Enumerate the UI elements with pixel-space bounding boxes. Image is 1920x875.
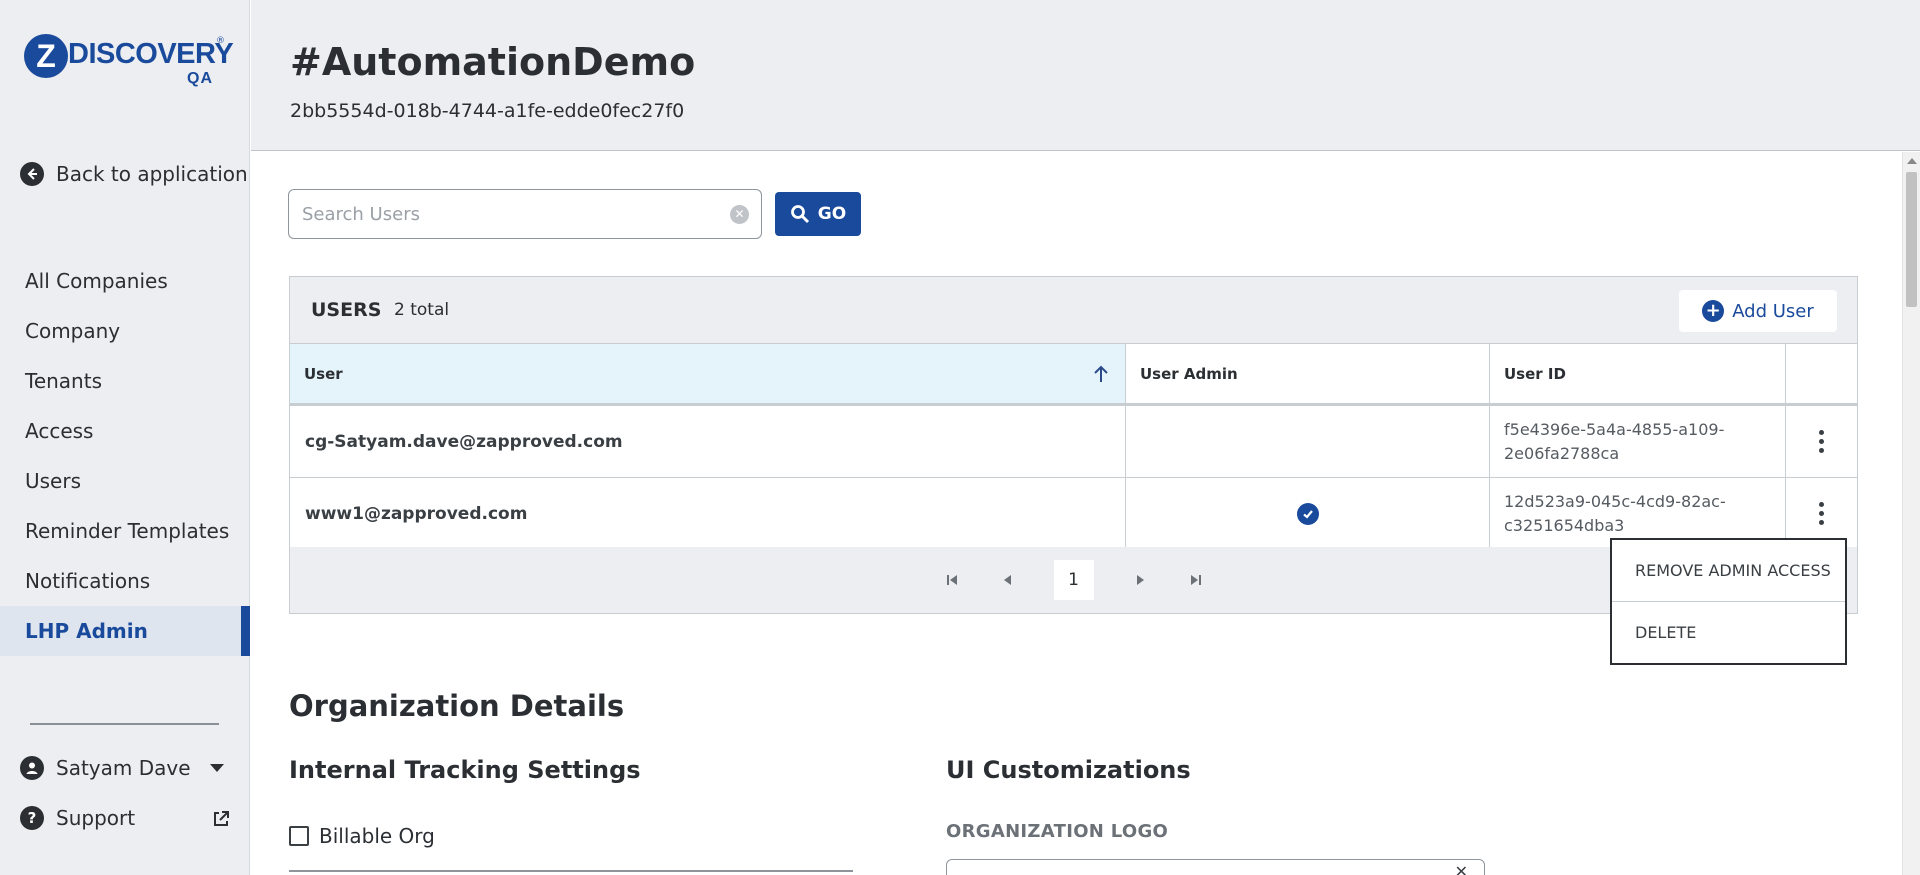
go-label: GO — [817, 204, 847, 224]
sidebar-item-reminder-templates[interactable]: Reminder Templates — [0, 506, 250, 556]
users-title: USERS — [311, 299, 382, 321]
back-to-application-link[interactable]: Back to application — [20, 162, 248, 186]
sidebar-item-company[interactable]: Company — [0, 306, 250, 356]
table-header-row: User User Admin User ID — [290, 343, 1857, 405]
organization-details-title: Organization Details — [289, 689, 625, 723]
external-link-icon — [212, 809, 230, 827]
support-label: Support — [56, 806, 136, 830]
sort-ascending-icon[interactable] — [1093, 364, 1109, 384]
sidebar-item-all-companies[interactable]: All Companies — [0, 256, 250, 306]
previous-page-icon[interactable] — [998, 570, 1018, 590]
sidebar-nav: All Companies Company Tenants Access Use… — [0, 256, 250, 656]
clear-icon[interactable]: ✕ — [730, 205, 749, 224]
scrollbar-thumb[interactable] — [1906, 172, 1917, 307]
zdiscovery-logo[interactable]: Z DISCOVERY ® QA — [24, 32, 234, 92]
user-admin-cell — [1126, 478, 1490, 549]
plus-circle-icon: + — [1702, 300, 1725, 322]
add-user-button[interactable]: + Add User — [1679, 290, 1837, 332]
sidebar: Z DISCOVERY ® QA Back to application All… — [0, 0, 250, 875]
first-page-icon[interactable] — [942, 570, 962, 590]
scroll-up-icon[interactable] — [1907, 158, 1917, 164]
remove-admin-access-menu-item[interactable]: REMOVE ADMIN ACCESS — [1612, 540, 1845, 601]
chevron-down-icon[interactable] — [210, 764, 224, 772]
add-user-label: Add User — [1732, 300, 1814, 322]
logo-registered-mark: ® — [216, 36, 225, 46]
table-row[interactable]: cg-Satyam.dave@zapproved.com f5e4396e-5a… — [290, 405, 1857, 477]
next-page-icon[interactable] — [1130, 570, 1150, 590]
go-button[interactable]: GO — [775, 192, 861, 236]
search-box: ✕ — [288, 189, 762, 239]
column-header-user-id[interactable]: User ID — [1490, 344, 1786, 403]
search-icon — [790, 205, 809, 224]
sidebar-item-users[interactable]: Users — [0, 456, 250, 506]
sidebar-item-tenants[interactable]: Tenants — [0, 356, 250, 406]
billable-org-option[interactable]: Billable Org — [289, 824, 435, 848]
column-header-user[interactable]: User — [290, 344, 1126, 403]
column-header-user-admin[interactable]: User Admin — [1126, 344, 1490, 403]
arrow-left-circle-icon — [20, 162, 44, 186]
more-vertical-icon[interactable] — [1819, 502, 1825, 525]
current-page[interactable]: 1 — [1053, 560, 1094, 600]
delete-menu-item[interactable]: DELETE — [1612, 601, 1845, 662]
sidebar-item-access[interactable]: Access — [0, 406, 250, 456]
field-divider — [289, 870, 853, 872]
organization-id: 2bb5554d-018b-4744-a1fe-edde0fec27f0 — [290, 100, 685, 122]
ui-customizations-title: UI Customizations — [946, 756, 1191, 784]
back-to-application-label: Back to application — [56, 162, 248, 186]
organization-logo-select[interactable]: ✕ — [946, 859, 1485, 875]
page-header: #AutomationDemo 2bb5554d-018b-4744-a1fe-… — [251, 0, 1920, 151]
check-circle-icon — [1296, 502, 1319, 525]
help-circle-icon: ? — [20, 806, 44, 830]
row-context-menu: REMOVE ADMIN ACCESS DELETE — [1610, 538, 1847, 665]
last-page-icon[interactable] — [1186, 570, 1206, 590]
logo-z-icon: Z — [24, 34, 68, 78]
organization-logo-label: ORGANIZATION LOGO — [946, 821, 1169, 842]
billable-org-label: Billable Org — [319, 824, 435, 848]
search-input[interactable] — [302, 190, 722, 238]
users-table: User User Admin User ID cg-Satyam.dave@z… — [290, 343, 1857, 549]
column-header-actions — [1786, 344, 1857, 403]
user-admin-cell — [1126, 406, 1490, 477]
users-count: 2 total — [394, 300, 450, 320]
vertical-scrollbar[interactable] — [1902, 152, 1920, 875]
row-actions-cell — [1786, 406, 1857, 477]
main-content: ✕ GO USERS 2 total + Add User User User … — [251, 152, 1902, 875]
user-menu[interactable]: Satyam Dave — [20, 756, 230, 780]
environment-label: QA — [187, 70, 213, 87]
user-name: Satyam Dave — [56, 756, 191, 780]
logo-text: DISCOVERY — [68, 38, 234, 70]
support-link[interactable]: ? Support — [20, 806, 230, 830]
clear-icon[interactable]: ✕ — [1455, 862, 1468, 875]
users-panel-header: USERS 2 total + Add User — [290, 277, 1857, 343]
more-vertical-icon[interactable] — [1819, 430, 1825, 453]
billable-org-checkbox[interactable] — [289, 826, 309, 846]
user-email: cg-Satyam.dave@zapproved.com — [290, 406, 1126, 477]
internal-tracking-settings-title: Internal Tracking Settings — [289, 756, 641, 784]
page-title: #AutomationDemo — [290, 40, 696, 84]
sidebar-item-notifications[interactable]: Notifications — [0, 556, 250, 606]
sidebar-item-lhp-admin[interactable]: LHP Admin — [0, 606, 250, 656]
sidebar-divider — [30, 723, 219, 725]
column-header-user-label: User — [304, 364, 343, 383]
user-email: www1@zapproved.com — [290, 478, 1126, 549]
user-avatar-icon — [20, 756, 44, 780]
user-id: f5e4396e-5a4a-4855-a109-2e06fa2788ca — [1490, 406, 1786, 477]
